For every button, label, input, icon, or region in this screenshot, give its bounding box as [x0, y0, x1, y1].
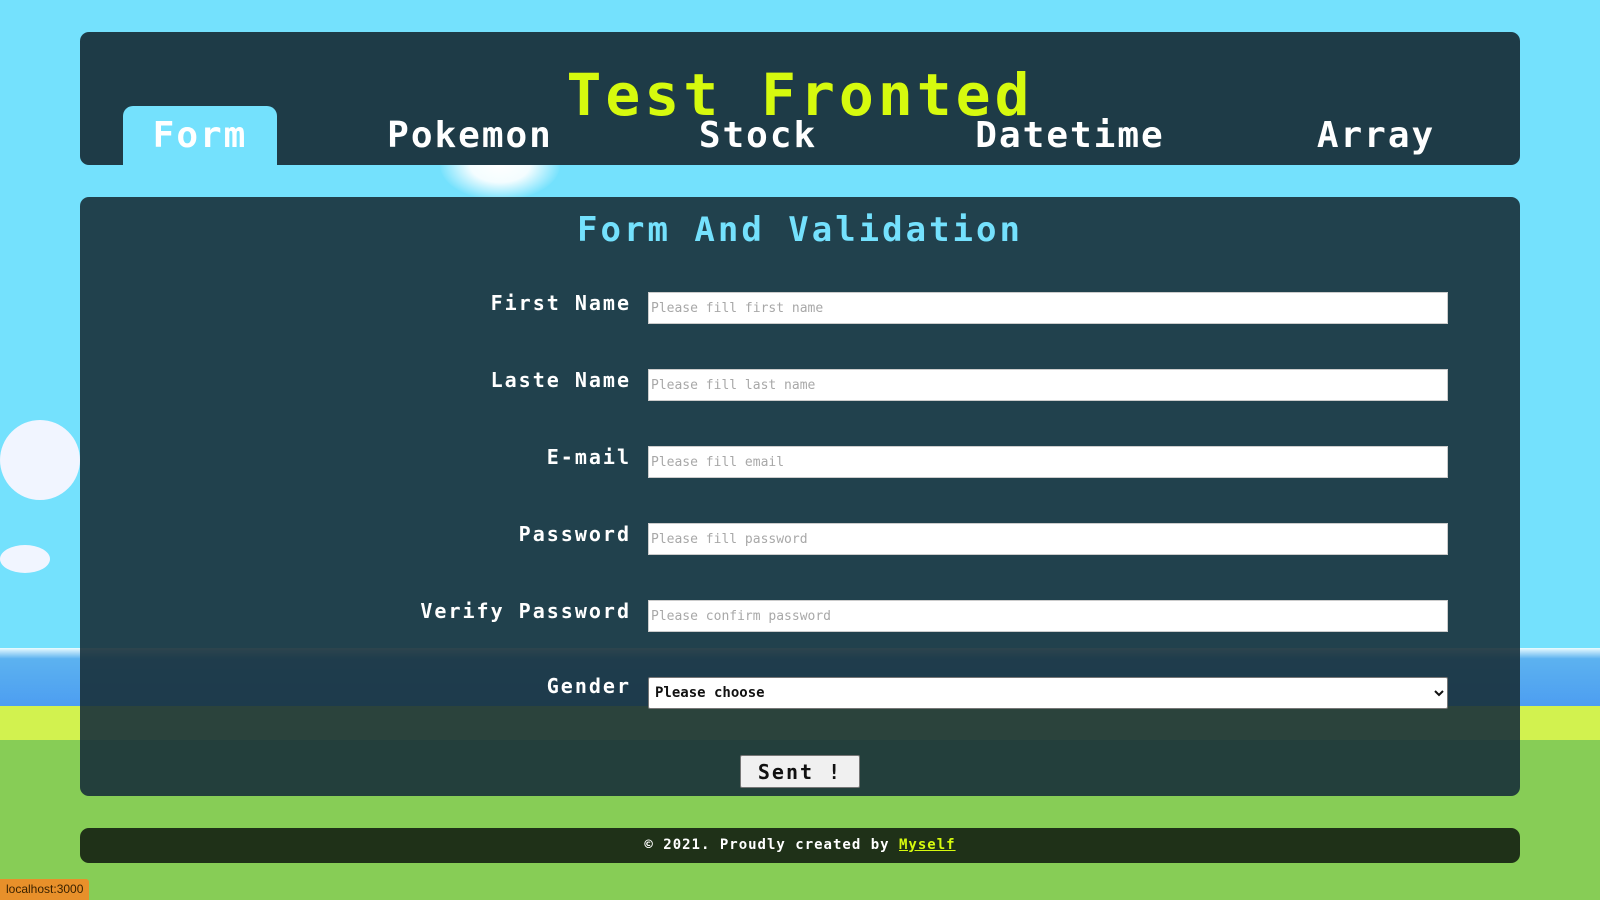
- background-cloud: [0, 420, 80, 500]
- email-input[interactable]: [648, 446, 1448, 478]
- tab-stock[interactable]: Stock: [688, 106, 828, 165]
- gender-label: Gender: [546, 674, 631, 698]
- last-name-input[interactable]: [648, 369, 1448, 401]
- tab-form[interactable]: Form: [123, 106, 277, 165]
- last-name-label: Laste Name: [490, 368, 631, 392]
- form-panel: Form And Validation First Name Laste Nam…: [80, 197, 1520, 796]
- footer-myself-link[interactable]: Myself: [899, 837, 956, 853]
- form-title: Form And Validation: [577, 210, 1023, 250]
- email-label: E-mail: [546, 445, 631, 469]
- tab-pokemon[interactable]: Pokemon: [370, 106, 570, 165]
- browser-status-url: localhost:3000: [0, 879, 90, 900]
- footer-text: © 2021. Proudly created by: [644, 837, 890, 853]
- password-input[interactable]: [648, 523, 1448, 555]
- password-label: Password: [518, 522, 631, 546]
- verify-password-input[interactable]: [648, 600, 1448, 632]
- verify-password-label: Verify Password: [420, 599, 631, 623]
- first-name-label: First Name: [490, 291, 631, 315]
- first-name-input[interactable]: [648, 292, 1448, 324]
- background-cloud: [0, 545, 50, 573]
- sent-button[interactable]: Sent !: [740, 755, 860, 788]
- tab-datetime[interactable]: Datetime: [960, 106, 1180, 165]
- footer: © 2021. Proudly created by Myself: [80, 828, 1520, 863]
- header-panel: Test Fronted Form Pokemon Stock Datetime…: [80, 32, 1520, 165]
- tab-array[interactable]: Array: [1306, 106, 1446, 165]
- gender-select[interactable]: Please choose: [648, 677, 1448, 709]
